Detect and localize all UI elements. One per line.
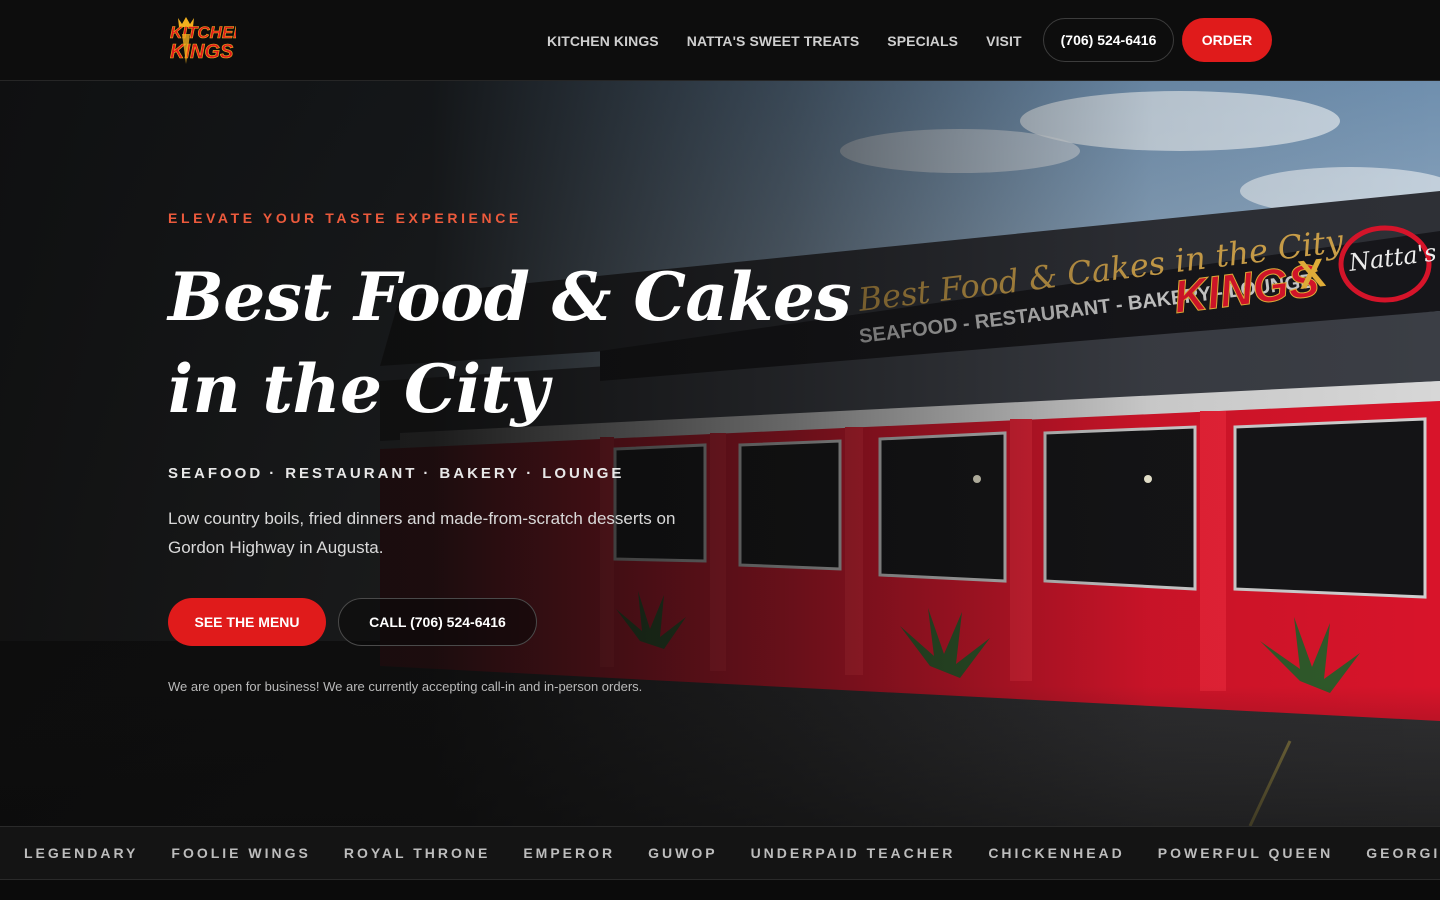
ticker-item: GUWOP bbox=[648, 845, 718, 861]
category-restaurant: RESTAURANT bbox=[285, 465, 418, 482]
ticker-item: UNDERPAID TEACHER bbox=[750, 845, 956, 861]
nav-item-kitchen-kings[interactable]: KITCHEN KINGS bbox=[533, 33, 673, 49]
ticker-item: FOOLIE WINGS bbox=[171, 845, 311, 861]
main-nav: KITCHEN KINGS NATTA'S SWEET TREATS SPECI… bbox=[533, 0, 1036, 81]
hero-title: Best Food & Cakes in the City bbox=[168, 258, 852, 428]
nav-item-nattas-sweet-treats[interactable]: NATTA'S SWEET TREATS bbox=[673, 33, 874, 49]
hero-description: Low country boils, fried dinners and mad… bbox=[168, 509, 676, 557]
hero-section: Best Food & Cakes in the City SEAFOOD - … bbox=[0, 81, 1440, 826]
logo-graphic: KITCHEN KINGS bbox=[170, 17, 236, 64]
svg-text:KINGS: KINGS bbox=[170, 41, 234, 63]
ticker-item: POWERFUL QUEEN bbox=[1157, 845, 1334, 861]
menu-items-ticker: LEGENDARY FOOLIE WINGS ROYAL THRONE EMPE… bbox=[0, 826, 1440, 880]
order-button[interactable]: ORDER bbox=[1182, 18, 1272, 62]
hero-categories: SEAFOOD · RESTAURANT · BAKERY · LOUNGE bbox=[168, 465, 624, 482]
category-separator: · bbox=[526, 465, 535, 482]
site-header: KITCHEN KINGS KITCHEN KINGS NATTA'S SWEE… bbox=[0, 0, 1440, 81]
page-bottom-strip bbox=[0, 880, 1440, 900]
category-separator: · bbox=[423, 465, 432, 482]
phone-button[interactable]: (706) 524-6416 bbox=[1043, 18, 1174, 62]
ticker-track: LEGENDARY FOOLIE WINGS ROYAL THRONE EMPE… bbox=[0, 845, 1440, 861]
category-lounge: LOUNGE bbox=[542, 465, 625, 482]
category-separator: · bbox=[269, 465, 278, 482]
call-button[interactable]: CALL (706) 524-6416 bbox=[338, 598, 537, 646]
category-seafood: SEAFOOD bbox=[168, 465, 264, 482]
see-the-menu-button[interactable]: SEE THE MENU bbox=[168, 598, 326, 646]
kitchen-kings-logo[interactable]: KITCHEN KINGS bbox=[168, 14, 236, 66]
ticker-item: ROYAL THRONE bbox=[343, 845, 491, 861]
nav-item-visit[interactable]: VISIT bbox=[972, 33, 1036, 49]
hero-bottom-overlay bbox=[0, 686, 1440, 826]
hero-eyebrow: ELEVATE YOUR TASTE EXPERIENCE bbox=[168, 210, 522, 226]
ticker-item: EMPEROR bbox=[523, 845, 616, 861]
category-bakery: BAKERY bbox=[439, 465, 521, 482]
svg-text:KITCHEN: KITCHEN bbox=[170, 23, 236, 42]
ticker-item: CHICKENHEAD bbox=[988, 845, 1125, 861]
ticker-item: GEORGIA BOI bbox=[1366, 845, 1440, 861]
ticker-item: LEGENDARY bbox=[24, 845, 139, 861]
open-notice: We are open for business! We are current… bbox=[168, 679, 643, 694]
nav-item-specials[interactable]: SPECIALS bbox=[873, 33, 972, 49]
